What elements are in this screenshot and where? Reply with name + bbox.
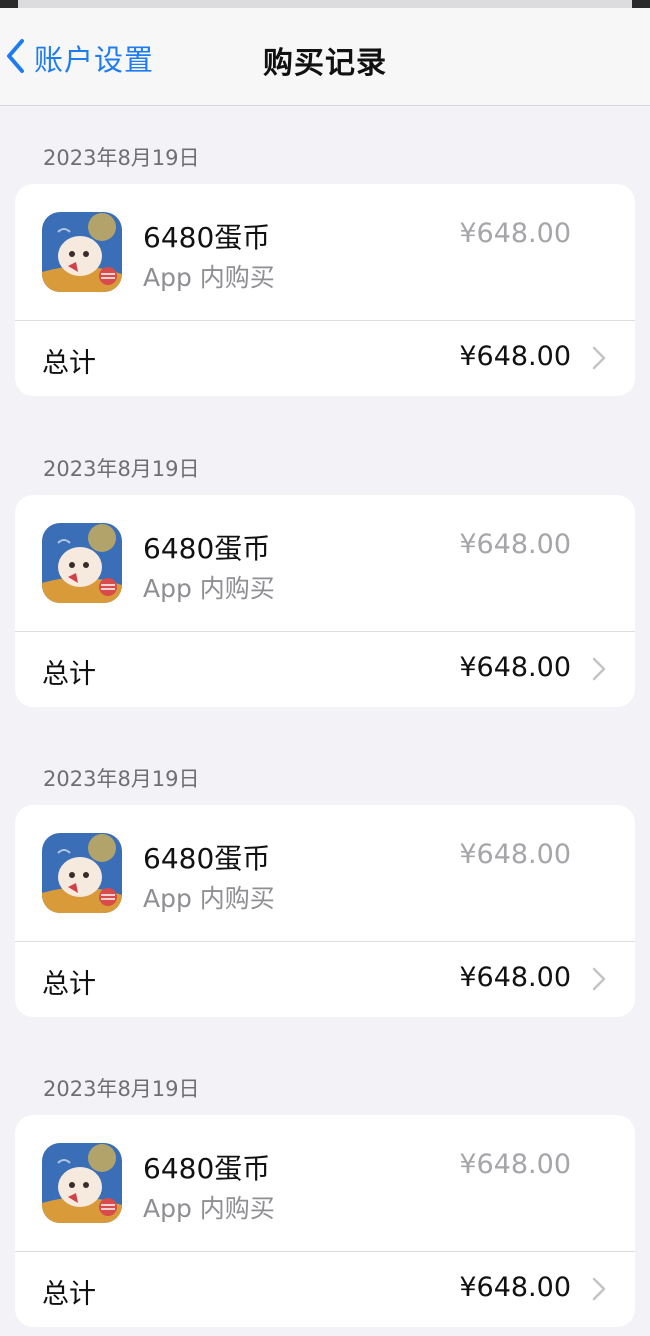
item-price: ¥648.00 — [459, 1149, 571, 1180]
navigation-bar: 账户设置 购买记录 — [0, 8, 650, 106]
game-app-icon — [42, 833, 122, 913]
item-price: ¥648.00 — [459, 529, 571, 560]
total-value: ¥648.00 — [459, 341, 571, 372]
purchase-date: 2023年8月19日 — [43, 457, 200, 481]
chevron-right-icon — [591, 345, 607, 371]
item-subtitle: App 内购买 — [143, 263, 275, 292]
item-title: 6480蛋币 — [143, 1152, 271, 1185]
page-title: 购买记录 — [263, 46, 387, 81]
chevron-right-icon — [591, 966, 607, 992]
chevron-right-icon — [591, 1276, 607, 1302]
purchase-date: 2023年8月19日 — [43, 767, 200, 791]
item-title: 6480蛋币 — [143, 532, 271, 565]
item-title: 6480蛋币 — [143, 221, 271, 254]
item-subtitle: App 内购买 — [143, 884, 275, 913]
purchase-card: 6480蛋币 App 内购买 ¥648.00 总计 ¥648.00 — [15, 1115, 635, 1327]
purchase-date: 2023年8月19日 — [43, 146, 200, 170]
chevron-right-icon — [591, 656, 607, 682]
total-label: 总计 — [42, 969, 96, 1000]
total-label: 总计 — [42, 348, 96, 379]
total-value: ¥648.00 — [459, 652, 571, 683]
purchase-card: 6480蛋币 App 内购买 ¥648.00 总计 ¥648.00 — [15, 805, 635, 1017]
purchase-date: 2023年8月19日 — [43, 1077, 200, 1101]
game-app-icon — [42, 1143, 122, 1223]
item-title: 6480蛋币 — [143, 842, 271, 875]
total-label: 总计 — [42, 1279, 96, 1310]
purchase-card: 6480蛋币 App 内购买 ¥648.00 总计 ¥648.00 — [15, 495, 635, 707]
top-edge — [0, 0, 650, 8]
item-price: ¥648.00 — [459, 839, 571, 870]
game-app-icon — [42, 212, 122, 292]
total-row[interactable]: 总计 ¥648.00 — [15, 321, 635, 396]
purchase-card: 6480蛋币 App 内购买 ¥648.00 总计 ¥648.00 — [15, 184, 635, 396]
total-row[interactable]: 总计 ¥648.00 — [15, 632, 635, 707]
item-price: ¥648.00 — [459, 218, 571, 249]
total-row[interactable]: 总计 ¥648.00 — [15, 942, 635, 1017]
total-label: 总计 — [42, 659, 96, 690]
item-subtitle: App 内购买 — [143, 574, 275, 603]
game-app-icon — [42, 523, 122, 603]
total-value: ¥648.00 — [459, 962, 571, 993]
item-subtitle: App 内购买 — [143, 1194, 275, 1223]
total-row[interactable]: 总计 ¥648.00 — [15, 1252, 635, 1327]
total-value: ¥648.00 — [459, 1272, 571, 1303]
